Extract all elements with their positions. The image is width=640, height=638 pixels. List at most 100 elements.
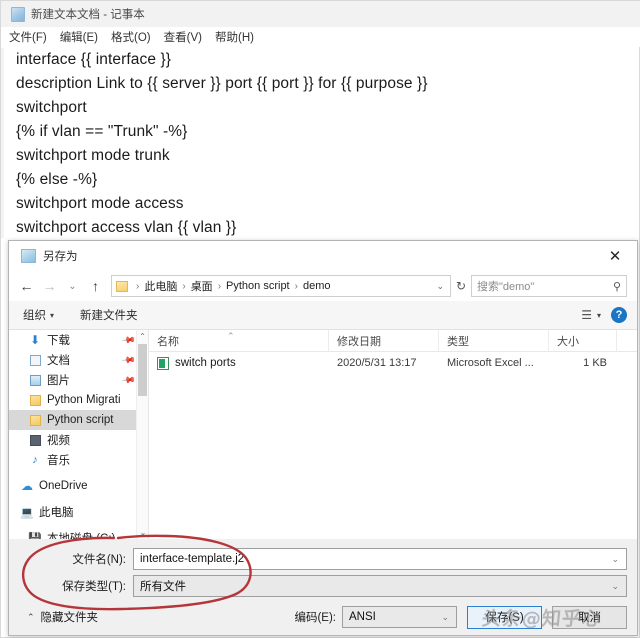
- text-line: switchport mode trunk: [16, 147, 170, 164]
- save-as-dialog: 另存为 ✕ ← → ⌄ ↑ › 此电脑 › 桌面 › Python script…: [8, 240, 638, 636]
- screenshot-root: 新建文本文档 - 记事本 文件(F) 编辑(E) 格式(O) 查看(V) 帮助(…: [0, 0, 640, 638]
- sidebar-item-downloads[interactable]: ⬇ 下载 📌: [9, 330, 148, 350]
- filetype-row: 保存类型(T): 所有文件 ⌄: [9, 575, 637, 597]
- file-name-label: switch ports: [175, 357, 236, 369]
- notepad-menubar: 文件(F) 编辑(E) 格式(O) 查看(V) 帮助(H): [1, 27, 640, 47]
- sidebar-item-label: 下载: [47, 335, 70, 347]
- scroll-up-icon[interactable]: ⌃: [137, 330, 148, 343]
- sidebar-item-label: 视频: [47, 435, 70, 447]
- breadcrumb-separator: ›: [294, 280, 298, 292]
- breadcrumb-separator: ›: [182, 280, 186, 292]
- sidebar-item-videos[interactable]: 视频: [9, 430, 148, 450]
- text-line: {% if vlan == "Trunk" -%}: [16, 123, 188, 140]
- breadcrumb-python-script[interactable]: Python script: [226, 280, 290, 292]
- menu-file[interactable]: 文件(F): [9, 29, 47, 45]
- save-button[interactable]: 保存(S): [467, 605, 542, 629]
- navigation-pane: ⬇ 下载 📌 文档 📌 图片 📌 Python Migrati Python s…: [9, 330, 149, 539]
- column-header-date[interactable]: 修改日期: [329, 329, 439, 352]
- folder-icon: [21, 249, 36, 263]
- column-header-type[interactable]: 类型: [439, 329, 549, 352]
- sidebar-item-label: Python script: [47, 414, 114, 426]
- menu-view[interactable]: 查看(V): [164, 29, 202, 45]
- file-size-cell: 1 KB: [583, 357, 607, 369]
- forward-icon[interactable]: →: [38, 273, 61, 299]
- scroll-down-icon[interactable]: ⌄: [137, 526, 148, 539]
- music-icon: ♪: [32, 454, 38, 466]
- file-date-cell: 2020/5/31 13:17: [337, 357, 417, 369]
- breadcrumb-demo[interactable]: demo: [303, 280, 331, 292]
- recent-locations-icon[interactable]: ⌄: [61, 273, 84, 299]
- help-icon[interactable]: ?: [611, 307, 627, 323]
- hide-folders-button[interactable]: ⌃ 隐藏文件夹: [9, 609, 98, 625]
- breadcrumb-separator: ›: [217, 280, 222, 292]
- breadcrumb-separator: ›: [136, 280, 140, 292]
- column-header-size[interactable]: 大小: [549, 329, 617, 352]
- dialog-titlebar: 另存为: [9, 241, 637, 271]
- sidebar-item-this-pc[interactable]: 💻 此电脑: [9, 502, 148, 522]
- file-list-pane: 名称 ⌃ 修改日期 类型 大小 switch ports 2020/5/31 1…: [149, 329, 637, 539]
- column-label: 名称: [157, 335, 179, 348]
- notepad-text-area[interactable]: interface {{ interface }} description Li…: [4, 48, 638, 238]
- sidebar-item-label: 本地磁盘 (C:): [47, 533, 116, 539]
- dialog-body: ⬇ 下载 📌 文档 📌 图片 📌 Python Migrati Python s…: [9, 329, 637, 539]
- sidebar-item-label: Python Migrati: [47, 394, 121, 406]
- hide-folders-label: 隐藏文件夹: [40, 612, 99, 624]
- close-icon[interactable]: ✕: [593, 241, 637, 271]
- search-box[interactable]: 搜索"demo" ⚲: [471, 275, 627, 297]
- breadcrumb-this-pc[interactable]: 此电脑: [144, 278, 177, 294]
- sidebar-item-local-disk-c[interactable]: 💾 本地磁盘 (C:): [9, 528, 148, 540]
- scrollbar-thumb[interactable]: [138, 344, 147, 396]
- view-list-icon[interactable]: ☰: [581, 308, 592, 322]
- videos-icon: [27, 434, 43, 446]
- navigation-pane-scrollbar[interactable]: ⌃ ⌄: [136, 330, 148, 539]
- text-line: {% else -%}: [16, 171, 98, 188]
- folder-icon: [27, 394, 43, 406]
- menu-format[interactable]: 格式(O): [111, 29, 151, 45]
- sidebar-item-onedrive[interactable]: ☁ OneDrive: [9, 476, 148, 496]
- text-line: switchport: [16, 99, 87, 116]
- back-icon[interactable]: ←: [15, 273, 38, 299]
- sidebar-item-music[interactable]: ♪ 音乐: [9, 450, 148, 470]
- file-list-header: 名称 ⌃ 修改日期 类型 大小: [149, 329, 637, 352]
- search-input[interactable]: 搜索"demo": [477, 278, 534, 294]
- chevron-up-icon: ⌃: [27, 611, 35, 622]
- address-bar[interactable]: › 此电脑 › 桌面 › Python script › demo ⌄: [111, 275, 451, 297]
- chevron-down-icon[interactable]: ▾: [597, 311, 601, 320]
- file-type-cell: Microsoft Excel ...: [447, 357, 534, 369]
- menu-help[interactable]: 帮助(H): [215, 29, 254, 45]
- encoding-value: ANSI: [349, 611, 376, 623]
- up-icon[interactable]: ↑: [84, 273, 107, 299]
- sidebar-item-python-script[interactable]: Python script: [9, 410, 148, 430]
- new-folder-button[interactable]: 新建文件夹: [80, 307, 138, 323]
- column-label: 类型: [447, 335, 469, 348]
- column-header-name[interactable]: 名称 ⌃: [149, 329, 329, 352]
- excel-file-icon: [157, 356, 169, 370]
- table-row[interactable]: switch ports 2020/5/31 13:17 Microsoft E…: [149, 352, 637, 374]
- pin-icon: 📌: [121, 372, 137, 388]
- chevron-down-icon[interactable]: ⌄: [436, 281, 446, 292]
- chevron-down-icon[interactable]: ⌄: [611, 554, 619, 565]
- sidebar-item-documents[interactable]: 文档 📌: [9, 350, 148, 370]
- cancel-button[interactable]: 取消: [552, 605, 627, 629]
- column-label: 大小: [557, 335, 579, 348]
- sidebar-item-label: 文档: [47, 355, 70, 367]
- filetype-select[interactable]: 所有文件 ⌄: [133, 575, 627, 597]
- filename-input[interactable]: interface-template.j2 ⌄: [133, 548, 627, 570]
- filetype-label: 保存类型(T):: [62, 581, 126, 593]
- encoding-select[interactable]: ANSI ⌄: [342, 606, 457, 628]
- chevron-down-icon[interactable]: ⌄: [611, 581, 619, 592]
- text-line: switchport access vlan {{ vlan }}: [16, 219, 237, 236]
- organize-button[interactable]: 组织: [23, 307, 46, 323]
- text-line: interface {{ interface }}: [16, 51, 172, 68]
- sidebar-item-pictures[interactable]: 图片 📌: [9, 370, 148, 390]
- sidebar-item-label: 音乐: [47, 455, 70, 467]
- download-icon: ⬇: [29, 333, 41, 347]
- notepad-title: 新建文本文档 - 记事本: [31, 9, 145, 21]
- filename-value: interface-template.j2: [140, 553, 245, 565]
- menu-edit[interactable]: 编辑(E): [60, 29, 98, 45]
- refresh-icon[interactable]: ↻: [451, 279, 471, 293]
- sidebar-item-python-migration[interactable]: Python Migrati: [9, 390, 148, 410]
- chevron-down-icon[interactable]: ⌄: [441, 612, 449, 623]
- dialog-footer: ⌃ 隐藏文件夹 编码(E): ANSI ⌄ 保存(S) 取消: [9, 599, 637, 635]
- breadcrumb-desktop[interactable]: 桌面: [191, 278, 213, 294]
